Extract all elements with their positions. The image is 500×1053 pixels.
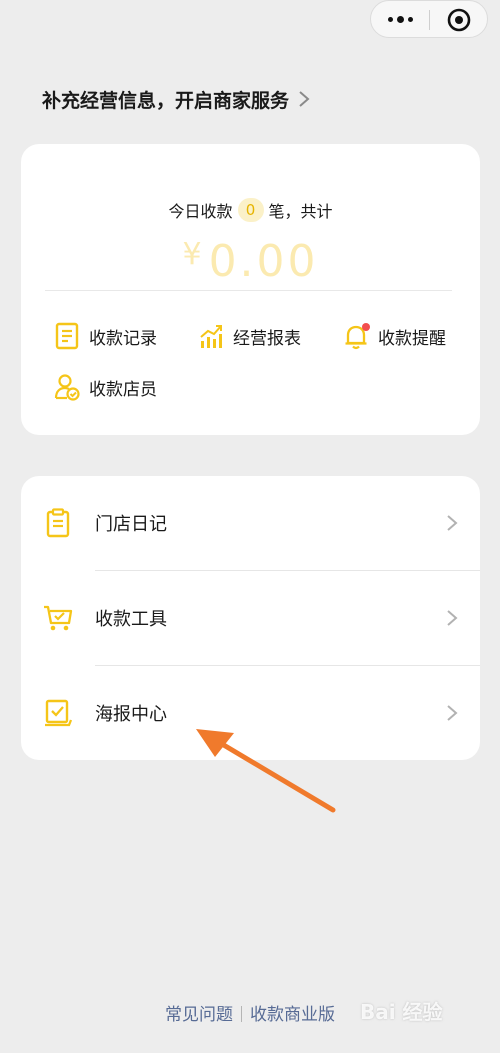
chevron-right-icon <box>447 610 458 626</box>
more-options-icon[interactable] <box>371 1 429 37</box>
close-miniprogram-icon[interactable] <box>447 8 471 32</box>
quick-action-receipts[interactable]: 收款记录 <box>54 322 157 350</box>
quick-action-label: 经营报表 <box>233 328 301 349</box>
amount-value: 0.00 <box>208 236 319 287</box>
menu-item-label: 门店日记 <box>95 514 167 535</box>
chevron-right-icon <box>447 705 458 721</box>
quick-action-reports[interactable]: 经营报表 <box>198 322 301 350</box>
receipt-icon <box>55 322 79 350</box>
menu-item-label: 收款工具 <box>95 609 167 630</box>
menu-card: 门店日记 收款工具 海报中心 <box>21 476 480 760</box>
poster-icon <box>45 699 73 727</box>
today-count-badge: 0 <box>237 198 264 222</box>
business-edition-link[interactable]: 收款商业版 <box>250 1005 335 1025</box>
today-summary: 今日收款 0 笔，共计 <box>21 198 480 222</box>
bell-icon-wrap <box>343 322 370 350</box>
chart-icon <box>200 325 222 348</box>
cart-icon <box>44 605 73 631</box>
baidu-jingyan-watermark: Bai 经验 <box>360 1000 443 1024</box>
clerk-icon <box>54 374 80 401</box>
summary-card: 今日收款 0 笔，共计 ¥0.00 收款记录 经营报表 收款提醒 收款店员 <box>21 144 480 435</box>
quick-action-label: 收款店员 <box>89 379 157 400</box>
quick-action-clerks[interactable]: 收款店员 <box>54 373 157 401</box>
menu-item-payment-tools[interactable]: 收款工具 <box>21 571 480 665</box>
menu-item-store-diary[interactable]: 门店日记 <box>21 476 480 570</box>
menu-item-poster-center[interactable]: 海报中心 <box>21 666 480 760</box>
quick-action-label: 收款提醒 <box>378 328 446 349</box>
capsule-divider <box>429 10 430 30</box>
today-prefix: 今日收款 <box>168 202 233 221</box>
menu-item-label: 海报中心 <box>95 704 167 725</box>
clipboard-icon <box>46 508 70 538</box>
footer-divider <box>241 1006 242 1022</box>
faq-link[interactable]: 常见问题 <box>165 1005 233 1025</box>
today-amount: ¥0.00 <box>21 236 480 287</box>
today-suffix: 笔，共计 <box>268 202 333 221</box>
divider <box>45 290 452 291</box>
headline-text: 补充经营信息，开启商家服务 <box>42 89 290 112</box>
currency-symbol: ¥ <box>182 237 205 272</box>
quick-action-alerts[interactable]: 收款提醒 <box>343 322 446 350</box>
miniprogram-capsule <box>370 0 488 38</box>
quick-action-label: 收款记录 <box>89 328 157 349</box>
complete-business-info-link[interactable]: 补充经营信息，开启商家服务 <box>42 84 311 114</box>
chevron-right-icon <box>447 515 458 531</box>
chevron-right-icon <box>299 91 310 107</box>
notification-dot <box>362 323 370 331</box>
